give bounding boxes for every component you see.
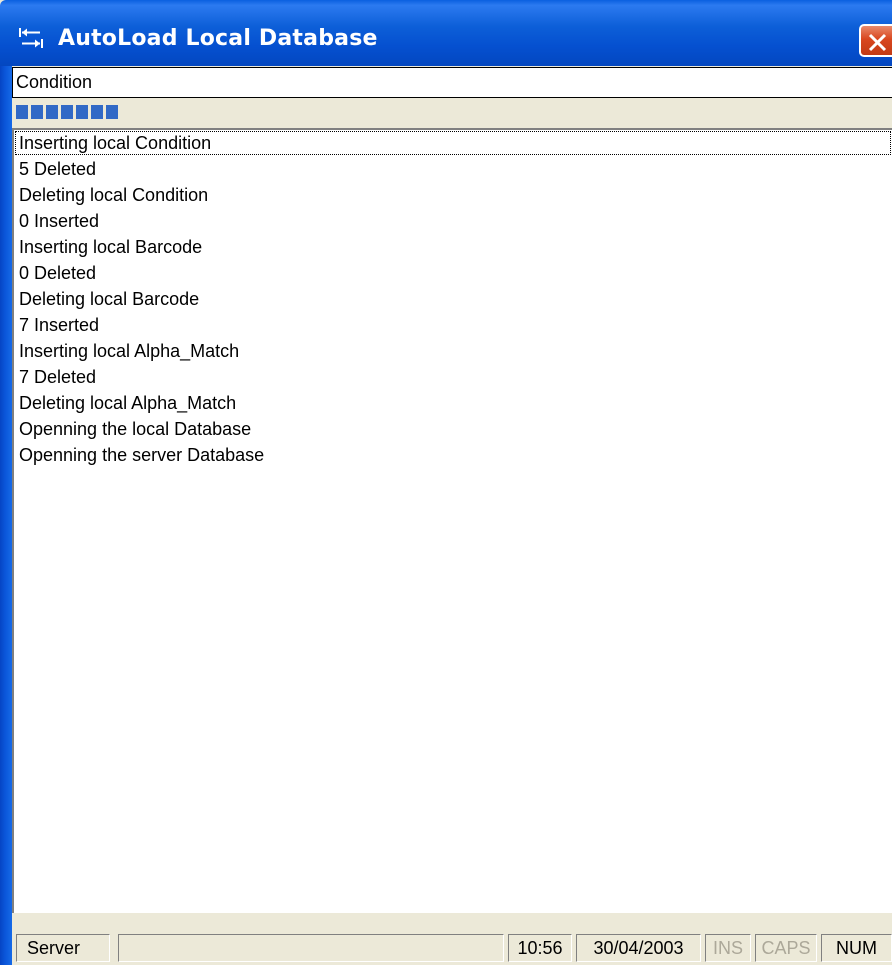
window-left-border	[0, 66, 12, 965]
progress-bar-fill	[16, 105, 118, 119]
log-line[interactable]: Openning the server Database	[14, 442, 892, 468]
log-line[interactable]: 7 Deleted	[14, 364, 892, 390]
status-date: 30/04/2003	[576, 934, 701, 962]
close-x-icon	[868, 33, 887, 52]
log-line[interactable]: 5 Deleted	[14, 156, 892, 182]
log-line[interactable]: Inserting local Barcode	[14, 234, 892, 260]
status-mode: Server	[16, 934, 110, 962]
log-line[interactable]: Deleting local Barcode	[14, 286, 892, 312]
log-line[interactable]: Deleting local Alpha_Match	[14, 390, 892, 416]
log-line[interactable]: Openning the local Database	[14, 416, 892, 442]
status-ins-indicator: INS	[705, 934, 751, 962]
progress-block	[31, 105, 43, 119]
status-caps-indicator: CAPS	[755, 934, 817, 962]
close-button[interactable]	[859, 24, 892, 57]
log-line[interactable]: 0 Inserted	[14, 208, 892, 234]
transfer-arrows-icon	[18, 27, 44, 49]
progress-block	[61, 105, 73, 119]
status-message	[118, 934, 504, 962]
progress-block	[91, 105, 103, 119]
window-title: AutoLoad Local Database	[58, 26, 378, 51]
log-line[interactable]: 0 Deleted	[14, 260, 892, 286]
progress-block	[76, 105, 88, 119]
status-bar: Server 10:56 30/04/2003 INS CAPS NUM	[12, 915, 892, 965]
log-line[interactable]: Inserting local Alpha_Match	[14, 338, 892, 364]
progress-block	[106, 105, 118, 119]
autoload-window: AutoLoad Local Database Condition Insert…	[0, 0, 892, 965]
log-line[interactable]: 7 Inserted	[14, 312, 892, 338]
status-num-indicator: NUM	[821, 934, 892, 962]
progress-block	[16, 105, 28, 119]
progress-block	[46, 105, 58, 119]
log-line[interactable]: Deleting local Condition	[14, 182, 892, 208]
log-listbox[interactable]: Inserting local Condition 5 Deleted Deleti…	[12, 128, 892, 913]
current-table-field: Condition	[12, 67, 892, 98]
title-bar[interactable]: AutoLoad Local Database	[0, 0, 892, 66]
status-time: 10:56	[508, 934, 572, 962]
log-line[interactable]: Inserting local Condition	[14, 130, 892, 156]
progress-bar	[12, 100, 892, 126]
